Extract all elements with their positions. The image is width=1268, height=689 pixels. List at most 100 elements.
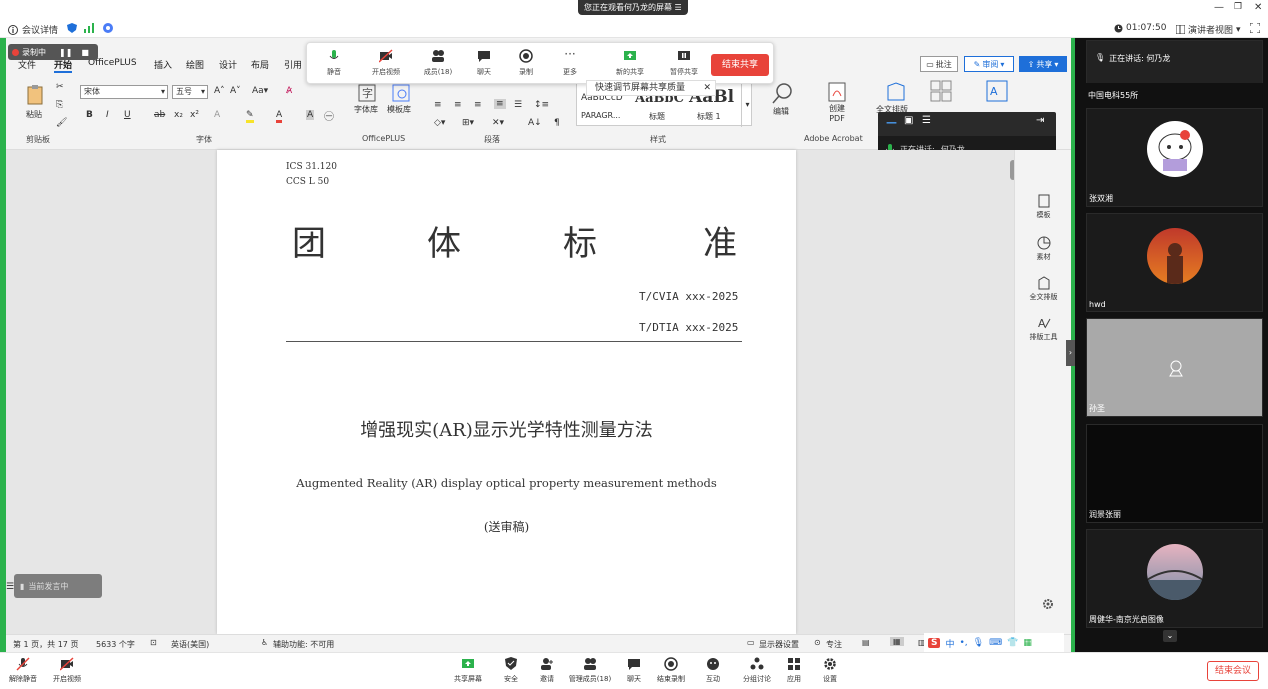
template-library-label[interactable]: 模板库 <box>387 104 411 115</box>
breakout-button[interactable]: 分组讨论 <box>738 657 776 684</box>
manage-members-button[interactable]: 管理成员(18) <box>564 657 616 684</box>
font-name-select[interactable]: 宋体 ▾ <box>80 85 168 99</box>
display-settings[interactable]: 显示器设置 <box>759 639 799 650</box>
menu-icon[interactable]: ☰ <box>675 3 682 12</box>
chat-button[interactable]: 聊天 <box>465 49 503 77</box>
toolbox-icon[interactable]: ▦ <box>1023 638 1032 648</box>
underline-icon[interactable]: U <box>124 110 131 120</box>
translate-icon[interactable]: A <box>986 80 1008 102</box>
minimize-panel-icon[interactable]: — <box>886 116 897 129</box>
tab-draw[interactable]: 绘图 <box>186 58 204 71</box>
start-video-bottom-button[interactable]: 开启视频 <box>48 657 86 684</box>
text-effects-icon[interactable]: A <box>214 110 220 120</box>
participant-tile[interactable]: 张双湘 <box>1086 108 1263 207</box>
proofing-icon[interactable]: ⊡ <box>150 638 157 647</box>
minimize-icon[interactable]: — <box>1214 2 1224 13</box>
font-library-label[interactable]: 字体库 <box>354 104 378 115</box>
collapse-panel-icon[interactable]: ⇥ <box>1036 115 1044 126</box>
review-button[interactable]: ✎ 审阅 ▾ <box>964 56 1014 72</box>
italic-icon[interactable]: I <box>106 110 109 120</box>
enclose-char-icon[interactable]: ㊀ <box>324 108 334 123</box>
scroll-down-icon[interactable]: ⌄ <box>1163 630 1177 642</box>
end-recording-button[interactable]: 结束录制 <box>652 657 690 684</box>
more-button[interactable]: ··· 更多 <box>551 48 589 77</box>
focus-mode[interactable]: 专注 <box>826 639 842 650</box>
share-screen-button[interactable]: 共享屏幕 <box>449 657 487 684</box>
tab-design[interactable]: 设计 <box>219 58 237 71</box>
strikethrough-icon[interactable]: ab <box>154 110 165 120</box>
members-button[interactable]: 成员(18) <box>419 49 457 77</box>
focus-icon[interactable]: ⊙ <box>814 638 821 647</box>
find-icon[interactable] <box>772 82 794 104</box>
end-share-button[interactable]: 结束共享 <box>711 54 769 76</box>
document-page[interactable]: ICS 31.120 CCS L 50 团 体 标 准 T/CVIA xxx-2… <box>217 150 796 634</box>
display-settings-icon[interactable]: ▭ <box>747 638 755 647</box>
panel-materials[interactable]: 素材 <box>1015 236 1072 262</box>
new-share-button[interactable]: 新的共享 <box>611 49 649 77</box>
security-button[interactable]: 安全 <box>492 657 530 684</box>
participant-tile[interactable]: 周健华-南京光启图像 <box>1086 529 1263 628</box>
word-count[interactable]: 5633 个字 <box>96 639 135 650</box>
end-meeting-button[interactable]: 结束会议 <box>1207 661 1259 681</box>
tab-insert[interactable]: 插入 <box>154 58 172 71</box>
read-mode-icon[interactable]: ▤ <box>862 638 870 647</box>
distribute-icon[interactable]: ☰ <box>514 100 522 110</box>
voice-input-icon[interactable]: 🎙 <box>973 638 984 648</box>
meeting-details[interactable]: 会议详情 <box>8 23 58 36</box>
superscript-icon[interactable]: x² <box>190 110 199 120</box>
participant-tile[interactable]: 孙圣 <box>1086 318 1263 417</box>
list-toggle-icon[interactable]: ☰ <box>6 582 14 592</box>
interact-button[interactable]: 互动 <box>694 657 732 684</box>
unmute-button[interactable]: 解除静音 <box>4 657 42 684</box>
fullscreen-icon[interactable] <box>1250 23 1260 33</box>
shading-icon[interactable]: ◇▾ <box>434 118 445 128</box>
align-right-icon[interactable]: ≡ <box>474 100 482 110</box>
share-button[interactable]: ⇪ 共享 ▾ <box>1019 56 1067 72</box>
edit-label[interactable]: 编辑 <box>773 106 789 117</box>
pause-icon[interactable]: ❚❚ <box>59 48 72 57</box>
create-pdf-label[interactable]: 创建 PDF <box>824 104 850 124</box>
expand-panel-icon[interactable]: › <box>1066 340 1075 366</box>
skin-icon[interactable]: 👕 <box>1007 638 1018 648</box>
tab-references[interactable]: 引用 <box>284 58 302 71</box>
window-panel-icon[interactable]: ▣ <box>904 115 913 126</box>
grid-layout-icon[interactable] <box>930 80 952 102</box>
copy-icon[interactable]: ⎘ <box>56 100 63 110</box>
start-video-button[interactable]: 开启视频 <box>367 49 405 77</box>
panel-layout-tools[interactable]: A 排版工具 <box>1015 316 1072 342</box>
tab-home[interactable]: 开始 <box>54 58 73 73</box>
page-count[interactable]: 第 1 页，共 17 页 <box>13 639 78 650</box>
create-pdf-icon[interactable] <box>828 82 846 102</box>
settings-gear-icon[interactable] <box>1042 598 1054 610</box>
tab-layout[interactable]: 布局 <box>251 58 269 71</box>
sogou-ime-icon[interactable]: S <box>928 638 941 648</box>
font-library-icon[interactable]: 字 <box>358 84 376 102</box>
template-library-icon[interactable] <box>392 84 410 102</box>
invite-button[interactable]: 邀请 <box>528 657 566 684</box>
borders-icon[interactable]: ⊞▾ <box>462 118 474 128</box>
align-center-icon[interactable]: ≡ <box>454 100 462 110</box>
view-switch[interactable]: 演讲者视图 ▾ <box>1176 23 1241 36</box>
format-painter-icon[interactable]: 🖌 <box>56 118 67 128</box>
shield-icon[interactable] <box>67 23 77 33</box>
highlight-icon[interactable]: ✎ <box>246 110 254 123</box>
line-spacing-icon[interactable]: ↕≡ <box>534 100 549 110</box>
settings-button[interactable]: 设置 <box>811 657 849 684</box>
style-name-title[interactable]: 标题 <box>649 111 665 122</box>
apps-button[interactable]: 应用 <box>775 657 813 684</box>
sort-icon[interactable]: A↓ <box>528 118 542 128</box>
participant-tile[interactable]: hwd <box>1086 213 1263 312</box>
paste-icon[interactable] <box>26 84 46 106</box>
restore-icon[interactable]: ❐ <box>1234 2 1242 12</box>
print-layout-icon[interactable]: ▦ <box>890 637 904 646</box>
panel-template[interactable]: 模板 <box>1015 194 1072 220</box>
subscript-icon[interactable]: x₂ <box>174 110 183 120</box>
align-left-icon[interactable]: ≡ <box>434 100 442 110</box>
list-panel-icon[interactable]: ☰ <box>922 115 931 126</box>
close-icon[interactable]: ✕ <box>1254 2 1262 13</box>
panel-fulltext[interactable]: 全文排版 <box>1015 276 1072 302</box>
show-marks-icon[interactable]: ¶ <box>554 118 560 128</box>
grow-font-icon[interactable]: A˄ <box>214 86 225 96</box>
clear-format-icon[interactable]: A̷ <box>286 86 292 96</box>
styles-more-icon[interactable]: ▾ <box>741 83 753 127</box>
